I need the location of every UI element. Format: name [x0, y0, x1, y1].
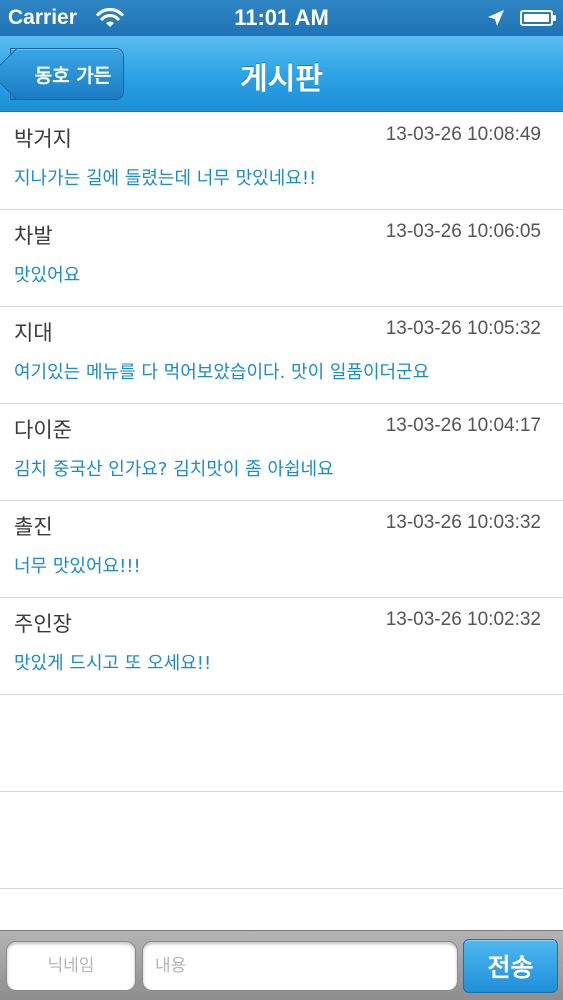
post-message: 너무 맛있어요!!!	[14, 556, 141, 577]
post-list[interactable]: 박거지 13-03-26 10:08:49 지나가는 길에 들렸는데 너무 맛있…	[0, 113, 563, 889]
list-item[interactable]: 촐진 13-03-26 10:03:32 너무 맛있어요!!!	[0, 501, 563, 598]
post-timestamp: 13-03-26 10:06:05	[385, 221, 541, 242]
post-timestamp: 13-03-26 10:04:17	[385, 415, 541, 436]
post-timestamp: 13-03-26 10:02:32	[385, 609, 541, 630]
nickname-input[interactable]	[6, 941, 136, 991]
empty-row	[0, 695, 563, 792]
post-timestamp: 13-03-26 10:05:32	[385, 318, 541, 339]
post-message: 맛있어요	[14, 265, 81, 286]
post-author: 박거지	[14, 127, 72, 151]
navigation-bar: 동호 가든 게시판	[0, 36, 563, 112]
list-item[interactable]: 지대 13-03-26 10:05:32 여기있는 메뉴를 다 먹어보았습이다.…	[0, 307, 563, 404]
status-bar: Carrier 11:01 AM	[0, 0, 563, 36]
post-message: 맛있게 드시고 또 오세요!!	[14, 653, 212, 674]
post-timestamp: 13-03-26 10:03:32	[385, 512, 541, 533]
post-timestamp: 13-03-26 10:08:49	[385, 124, 541, 145]
post-message: 지나가는 길에 들렸는데 너무 맛있네요!!	[14, 168, 317, 189]
post-message: 김치 중국산 인가요? 김치맛이 좀 아쉽네요	[14, 459, 334, 480]
post-author: 지대	[14, 321, 53, 345]
post-message: 여기있는 메뉴를 다 먹어보았습이다. 맛이 일품이더군요	[14, 362, 430, 383]
list-item[interactable]: 박거지 13-03-26 10:08:49 지나가는 길에 들렸는데 너무 맛있…	[0, 113, 563, 210]
battery-icon	[520, 10, 556, 26]
list-item[interactable]: 주인장 13-03-26 10:02:32 맛있게 드시고 또 오세요!!	[0, 598, 563, 695]
post-author: 촐진	[14, 515, 53, 539]
list-item[interactable]: 차발 13-03-26 10:06:05 맛있어요	[0, 210, 563, 307]
send-button[interactable]: 전송	[463, 939, 558, 993]
content-input[interactable]	[142, 941, 458, 991]
back-button-label: 동호 가든	[34, 64, 112, 87]
comment-input-bar: 전송	[0, 930, 563, 1000]
status-time: 11:01 AM	[234, 5, 329, 30]
post-author: 다이준	[14, 418, 72, 442]
post-author: 주인장	[14, 612, 72, 636]
list-item[interactable]: 다이준 13-03-26 10:04:17 김치 중국산 인가요? 김치맛이 좀…	[0, 404, 563, 501]
post-author: 차발	[14, 224, 53, 248]
location-icon	[488, 10, 504, 26]
empty-row	[0, 792, 563, 889]
battery-fill	[524, 14, 549, 22]
